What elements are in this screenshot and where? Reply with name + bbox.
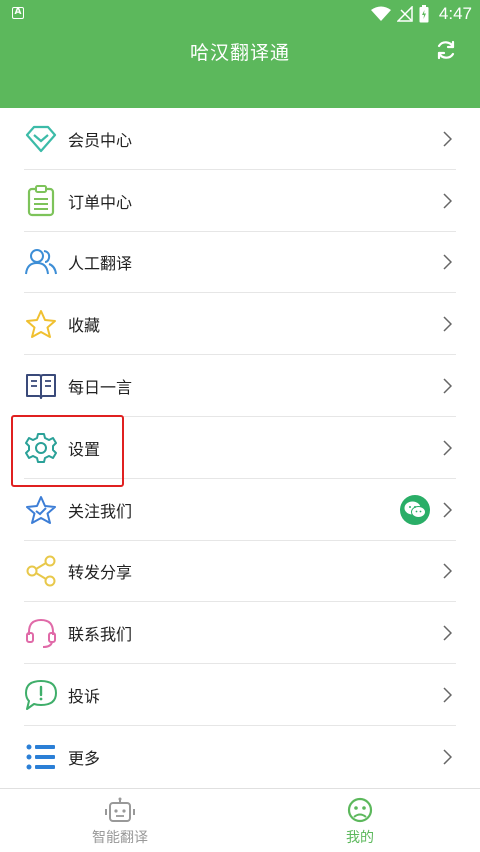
menu-item-human-translation[interactable]: 人工翻译 (0, 232, 480, 294)
menu-label: 订单中心 (68, 192, 133, 212)
refresh-icon[interactable] (434, 38, 458, 62)
chevron-right-icon (443, 254, 452, 271)
chevron-right-icon (443, 563, 452, 579)
chevron-right-icon (443, 131, 452, 147)
chevron-right-icon (443, 316, 452, 332)
no-signal-icon (396, 6, 413, 22)
star-badge-icon (24, 493, 58, 527)
menu-label: 每日一言 (68, 378, 133, 398)
tab-label: 我的 (346, 830, 374, 846)
share-icon (24, 554, 58, 588)
status-icons: 4:47 (370, 4, 472, 24)
chevron-right-icon (443, 625, 452, 641)
chevron-right-icon (443, 687, 452, 703)
face-icon (347, 797, 373, 823)
app-header: 哈汉翻译通 (0, 28, 480, 108)
menu-item-follow-us[interactable]: 关注我们 (0, 479, 480, 541)
wechat-icon[interactable] (400, 494, 430, 525)
chevron-right-icon (443, 502, 452, 518)
app-notification-icon: A (12, 7, 24, 19)
menu-label: 会员中心 (68, 130, 133, 150)
tab-label: 智能翻译 (92, 830, 148, 846)
chevron-right-icon (443, 378, 452, 394)
menu-item-daily-quote[interactable]: 每日一言 (0, 355, 480, 417)
chevron-right-icon (443, 440, 452, 456)
status-bar: A 4:47 (0, 0, 480, 28)
bottom-nav: 智能翻译 我的 (0, 788, 480, 852)
menu-label: 更多 (68, 748, 101, 768)
menu-label: 转发分享 (68, 563, 133, 583)
menu-item-contact-us[interactable]: 联系我们 (0, 602, 480, 665)
menu-item-orders[interactable]: 订单中心 (0, 170, 480, 232)
list-icon (24, 740, 58, 774)
menu-item-share[interactable]: 转发分享 (0, 541, 480, 603)
menu-item-more[interactable]: 更多 (0, 726, 480, 788)
chevron-right-icon (443, 193, 452, 209)
page-title: 哈汉翻译通 (189, 42, 290, 64)
menu-label: 投诉 (68, 687, 101, 707)
clipboard-icon (24, 184, 58, 218)
menu-label: 联系我们 (68, 625, 133, 645)
menu-label: 收藏 (68, 316, 101, 336)
menu-item-complaint[interactable]: 投诉 (0, 664, 480, 726)
complaint-icon (24, 678, 58, 712)
robot-icon (105, 797, 135, 822)
menu-label: 关注我们 (68, 501, 133, 521)
people-icon (24, 245, 58, 279)
menu-item-favorites[interactable]: 收藏 (0, 293, 480, 356)
menu-label: 人工翻译 (68, 254, 133, 274)
chevron-right-icon (443, 749, 452, 765)
book-icon (24, 369, 58, 403)
headset-icon (24, 616, 58, 650)
battery-icon (419, 5, 429, 23)
clock: 4:47 (438, 4, 472, 23)
star-icon (24, 307, 58, 341)
diamond-icon (24, 122, 58, 156)
menu-item-membership[interactable]: 会员中心 (0, 108, 480, 170)
tab-mine[interactable]: 我的 (240, 789, 480, 852)
tab-smart-translate[interactable]: 智能翻译 (0, 789, 240, 852)
settings-highlight-box (11, 415, 124, 487)
wifi-icon (370, 6, 391, 21)
